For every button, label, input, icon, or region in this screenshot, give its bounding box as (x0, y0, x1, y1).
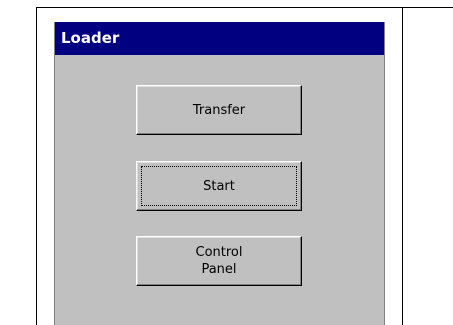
outer-frame-top (36, 7, 453, 8)
outer-frame-right (402, 7, 403, 325)
control-panel-button[interactable]: Control Panel (136, 236, 302, 286)
control-panel-button-label: Control Panel (195, 245, 243, 277)
transfer-button-label: Transfer (192, 102, 246, 118)
outer-frame-left (36, 7, 37, 325)
start-button[interactable]: Start (136, 161, 302, 211)
window-title: Loader (55, 22, 384, 55)
loader-window: Loader Transfer Start Control Panel (54, 22, 385, 325)
start-button-label: Start (203, 178, 235, 194)
transfer-button[interactable]: Transfer (136, 85, 302, 135)
